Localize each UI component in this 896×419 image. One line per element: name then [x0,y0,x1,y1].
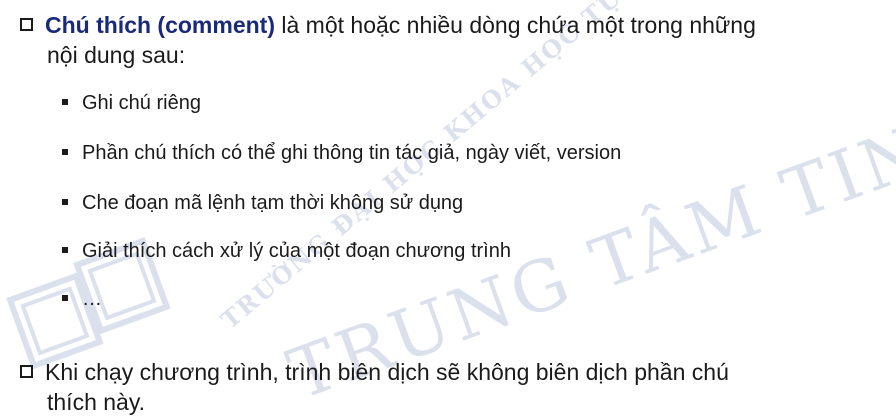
list-item: … [62,286,102,312]
square-bullet-icon [62,199,68,205]
list-item: Ghi chú riêng [62,90,201,116]
term-bold: Chú thích (comment) [45,12,275,38]
list-item: Phần chú thích có thể ghi thông tin tác … [62,140,621,166]
main-bullet-compiler-note: Khi chạy chương trình, trình biên dịch s… [20,357,876,417]
bullet-text-line2: thích này. [47,389,146,415]
bullet-text-line2: nội dung sau: [47,42,186,68]
main-bullet-comment-definition: Chú thích (comment) là một hoặc nhiều dò… [20,10,876,70]
list-item: Che đoạn mã lệnh tạm thời không sử dụng [62,190,463,216]
square-bullet-icon [62,99,68,105]
square-bullet-icon [62,247,68,253]
list-item: Giải thích cách xử lý của một đoạn chươn… [62,238,511,264]
square-bullet-icon [62,149,68,155]
square-bullet-icon [62,295,68,301]
checkbox-bullet-icon [20,365,33,378]
checkbox-bullet-icon [20,18,33,31]
bullet-text-line1: là một hoặc nhiều dòng chứa một trong nh… [275,12,756,38]
bullet-text-line1: Khi chạy chương trình, trình biên dịch s… [45,359,729,385]
